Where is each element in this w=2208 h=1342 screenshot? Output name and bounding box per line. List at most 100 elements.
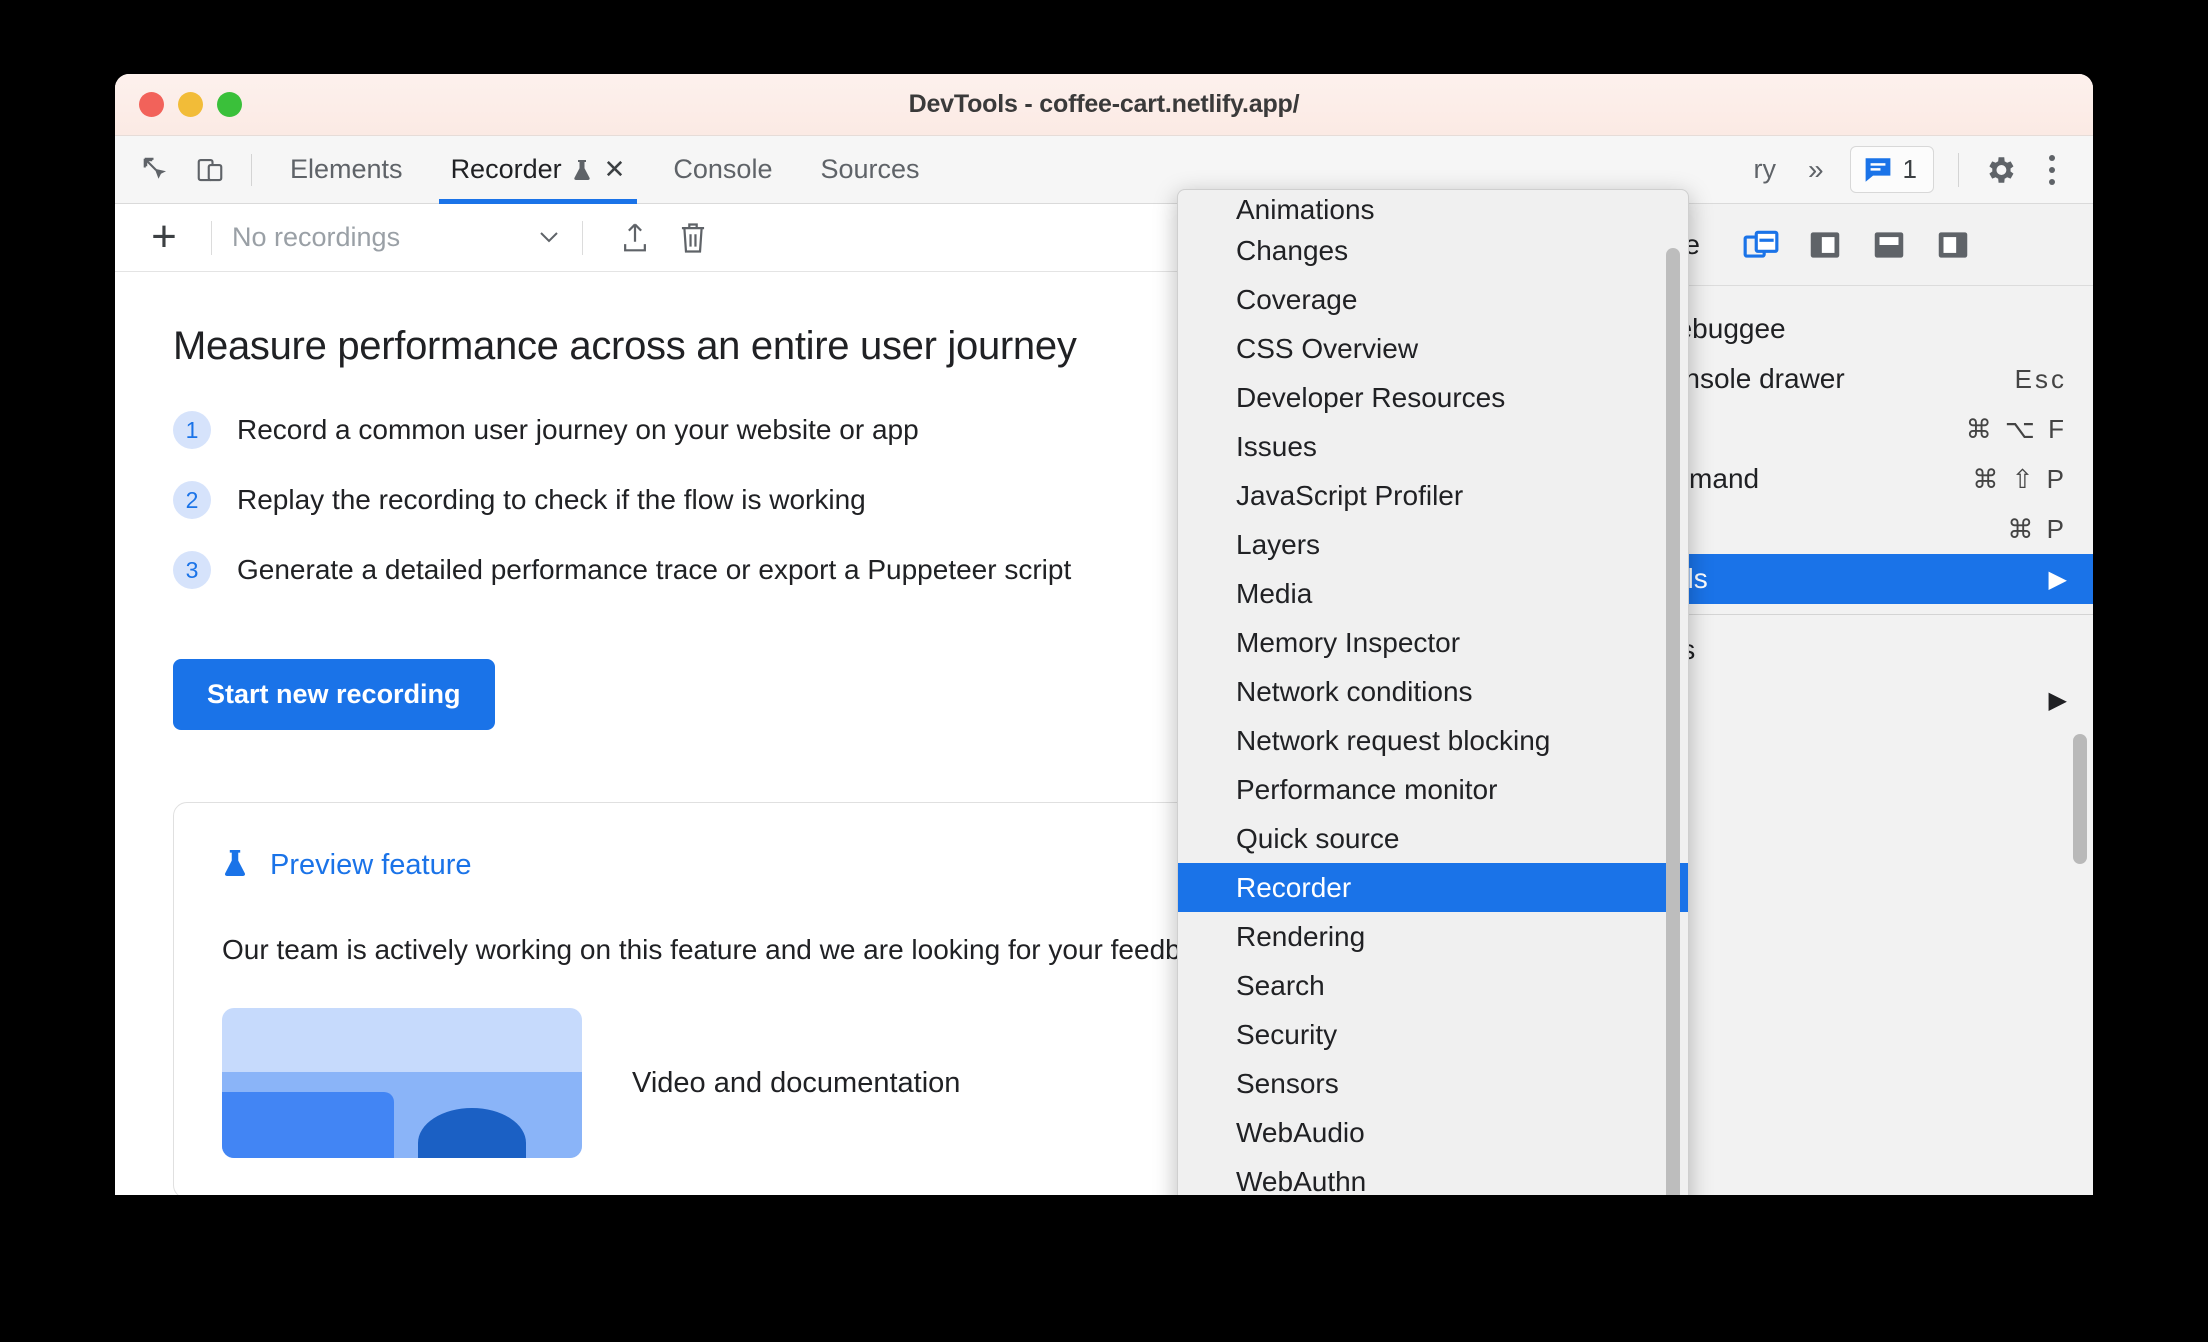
more-tabs-icon[interactable]: » <box>1788 154 1844 186</box>
more-tools-item-network-conditions[interactable]: Network conditions <box>1178 667 1688 716</box>
menu-item-label: Quick source <box>1236 822 1400 854</box>
chevron-down-icon <box>536 225 562 251</box>
undock-into-separate-window-icon[interactable] <box>1742 226 1780 264</box>
more-tools-scrollbar[interactable] <box>1666 248 1680 1195</box>
preview-feature-title: Preview feature <box>270 849 472 881</box>
inspect-element-icon[interactable] <box>129 143 183 197</box>
flask-icon <box>222 847 248 884</box>
gear-icon[interactable] <box>1977 147 2023 193</box>
menu-item-label: Animations <box>1236 194 1375 225</box>
more-tools-item-security[interactable]: Security <box>1178 1010 1688 1059</box>
step-text: Replay the recording to check if the flo… <box>237 484 866 515</box>
menu-item-label: Network conditions <box>1236 675 1473 707</box>
import-icon[interactable] <box>609 212 661 264</box>
more-tools-item-memory-inspector[interactable]: Memory Inspector <box>1178 618 1688 667</box>
tab-elements[interactable]: Elements <box>266 136 427 204</box>
menu-item-label: Issues <box>1236 430 1317 462</box>
more-tools-item-layers[interactable]: Layers <box>1178 520 1688 569</box>
devtools-window: DevTools - coffee-cart.netlify.app/ Elem… <box>115 74 2093 1195</box>
menu-item-label: Media <box>1236 577 1313 609</box>
trash-icon[interactable] <box>667 212 719 264</box>
chevron-right-icon: ▶ <box>2048 686 2067 714</box>
toolbar-divider <box>251 153 252 186</box>
devtools-body: + No recordings Measure performance acro… <box>115 204 2093 1195</box>
video-documentation-label: Video and documentation <box>632 1066 961 1099</box>
flask-icon <box>572 158 592 182</box>
dock-side-options <box>1742 226 1972 264</box>
menu-item-label: Sensors <box>1236 1067 1339 1099</box>
menu-item-label: Memory Inspector <box>1236 626 1461 658</box>
menu-item-label: WebAuthn <box>1236 1165 1367 1196</box>
devtools-tabstrip: Elements Recorder ✕ Console Sources ry » <box>115 136 2093 204</box>
tab-label: ry <box>1753 154 1776 184</box>
chevron-right-icon: ▶ <box>2048 565 2067 593</box>
menu-item-label: JavaScript Profiler <box>1236 479 1464 511</box>
video-thumbnail[interactable] <box>222 1008 582 1158</box>
more-tools-item-search[interactable]: Search <box>1178 961 1688 1010</box>
step-text: Record a common user journey on your web… <box>237 414 919 445</box>
more-tools-item-webauthn[interactable]: WebAuthn <box>1178 1157 1688 1196</box>
toolbar-divider <box>1958 152 1959 187</box>
more-tools-item-developer-resources[interactable]: Developer Resources <box>1178 373 1688 422</box>
step-text: Generate a detailed performance trace or… <box>237 554 1072 585</box>
tab-console[interactable]: Console <box>649 136 796 204</box>
more-options-icon[interactable] <box>2029 147 2075 193</box>
dock-to-bottom-icon[interactable] <box>1870 226 1908 264</box>
add-recording-button[interactable]: + <box>137 215 191 259</box>
more-tools-item-sensors[interactable]: Sensors <box>1178 1059 1688 1108</box>
more-tools-list: Animations Changes Coverage CSS Overview… <box>1178 190 1688 1195</box>
menu-item-label: Developer Resources <box>1236 381 1506 413</box>
tab-sources[interactable]: Sources <box>796 136 943 204</box>
step-number: 1 <box>173 411 211 449</box>
more-tools-item-css-overview[interactable]: CSS Overview <box>1178 324 1688 373</box>
more-tools-item-animations[interactable]: Animations <box>1178 192 1688 226</box>
recordings-select[interactable]: No recordings <box>232 222 562 253</box>
message-icon <box>1865 157 1890 182</box>
menu-item-shortcut: ⌘ ⌥ F <box>1965 413 2067 444</box>
menu-item-label: Recorder <box>1236 871 1352 903</box>
tab-label: Recorder <box>450 154 562 184</box>
menu-item-label: Layers <box>1236 528 1321 560</box>
window-title: DevTools - coffee-cart.netlify.app/ <box>908 90 1300 118</box>
more-tools-item-javascript-profiler[interactable]: JavaScript Profiler <box>1178 471 1688 520</box>
more-tools-item-performance-monitor[interactable]: Performance monitor <box>1178 765 1688 814</box>
more-tools-item-webaudio[interactable]: WebAudio <box>1178 1108 1688 1157</box>
recordings-select-value: No recordings <box>232 222 401 252</box>
dock-to-right-icon[interactable] <box>1934 226 1972 264</box>
menu-item-shortcut: Esc <box>2014 363 2067 394</box>
dock-to-left-icon[interactable] <box>1806 226 1844 264</box>
menu-item-label: Changes <box>1236 234 1349 266</box>
step-number: 2 <box>173 481 211 519</box>
toolbar-divider <box>211 220 212 255</box>
tab-label: Elements <box>290 154 403 184</box>
tabstrip-right-controls: ry » 1 <box>1747 136 2093 204</box>
more-tools-item-issues[interactable]: Issues <box>1178 422 1688 471</box>
menu-item-label: Search <box>1236 969 1325 1001</box>
menu-item-shortcut: ⌘ ⇧ P <box>1972 463 2067 494</box>
start-new-recording-button[interactable]: Start new recording <box>173 659 495 730</box>
issues-count: 1 <box>1902 154 1917 184</box>
more-tools-item-network-request-blocking[interactable]: Network request blocking <box>1178 716 1688 765</box>
toolbar-divider <box>582 220 583 255</box>
more-tools-item-changes[interactable]: Changes <box>1178 226 1688 275</box>
close-icon[interactable]: ✕ <box>604 154 626 185</box>
settings-panel-scrollbar[interactable] <box>2073 734 2087 864</box>
more-tools-item-quick-source[interactable]: Quick source <box>1178 814 1688 863</box>
menu-item-label: Rendering <box>1236 920 1366 952</box>
tab-memory-partial[interactable]: ry <box>1747 136 1782 204</box>
menu-item-label: CSS Overview <box>1236 332 1419 364</box>
more-tools-item-coverage[interactable]: Coverage <box>1178 275 1688 324</box>
more-tools-item-recorder[interactable]: Recorder <box>1178 863 1688 912</box>
issues-badge[interactable]: 1 <box>1849 146 1934 193</box>
more-tools-item-media[interactable]: Media <box>1178 569 1688 618</box>
tab-recorder[interactable]: Recorder ✕ <box>427 136 650 204</box>
window-titlebar: DevTools - coffee-cart.netlify.app/ <box>115 74 2093 136</box>
menu-item-label: Coverage <box>1236 283 1358 315</box>
menu-item-label: Network request blocking <box>1236 724 1551 756</box>
tab-label: Sources <box>820 154 920 184</box>
more-tools-item-rendering[interactable]: Rendering <box>1178 912 1688 961</box>
menu-item-label: Security <box>1236 1018 1338 1050</box>
menu-item-shortcut: ⌘ P <box>2007 513 2067 544</box>
menu-item-label: Performance monitor <box>1236 773 1498 805</box>
device-toolbar-icon[interactable] <box>183 143 237 197</box>
